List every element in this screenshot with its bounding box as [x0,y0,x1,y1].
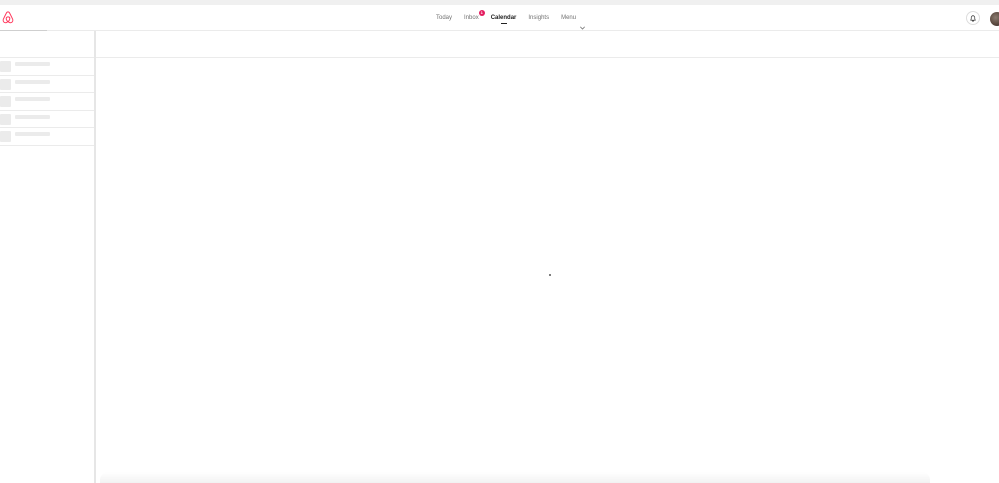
nav-inbox[interactable]: Inbox 1 [464,5,485,31]
nav-today[interactable]: Today [436,5,452,31]
bottom-panel-shadow [100,472,930,483]
skeleton-text [15,97,50,101]
notifications-button[interactable] [966,11,980,25]
sidebar-header [0,31,94,58]
nav-inbox-label: Inbox [464,15,479,21]
primary-nav: Today Inbox 1 Calendar Insights Menu [430,5,585,31]
nav-insights-label: Insights [528,15,550,21]
nav-menu-label: Menu [561,15,577,21]
nav-today-label: Today [436,15,453,21]
skeleton-text [15,114,50,119]
calendar-toolbar [96,31,999,58]
nav-calendar-label: Calendar [490,15,517,21]
skeleton-text [15,62,50,66]
listing-skeleton-row [0,58,94,76]
listing-skeleton-row [0,111,94,128]
listing-skeleton-row [0,128,94,146]
top-header: Today Inbox 1 Calendar Insights Menu [0,5,999,31]
chevron-down-icon [580,16,585,30]
nav-calendar[interactable]: Calendar [490,5,517,31]
skeleton-thumbnail [0,61,11,72]
skeleton-thumbnail [0,131,11,142]
listing-skeleton-row [0,76,94,93]
nav-insights[interactable]: Insights [528,5,549,31]
skeleton-thumbnail [0,78,11,90]
bell-icon [970,9,976,27]
skeleton-text [15,132,50,136]
user-avatar[interactable] [990,12,999,26]
nav-menu[interactable]: Menu [561,5,585,31]
listing-skeleton-row [0,93,94,111]
listings-sidebar [0,31,96,483]
loading-spinner [549,274,551,276]
skeleton-text [15,79,50,84]
skeleton-thumbnail [0,113,11,125]
airbnb-logo-icon[interactable] [2,11,14,24]
skeleton-thumbnail [0,96,11,107]
inbox-unread-badge: 1 [478,10,485,16]
